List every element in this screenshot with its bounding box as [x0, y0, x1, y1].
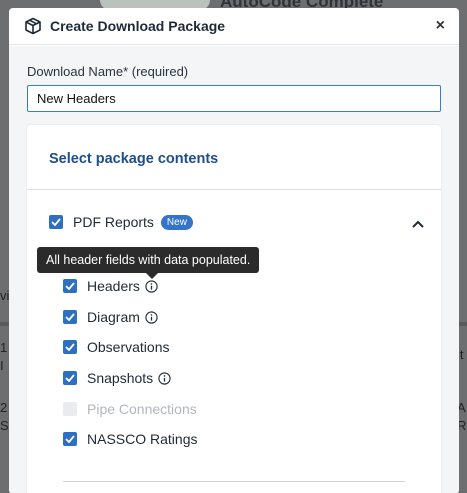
download-name-label: Download Name* (required)	[27, 64, 189, 79]
new-badge: New	[160, 214, 193, 230]
download-name-input[interactable]	[27, 85, 441, 112]
info-icon[interactable]	[145, 310, 158, 324]
observations-label: Observations	[87, 339, 170, 355]
modal-title: Create Download Package	[50, 18, 226, 34]
info-icon[interactable]	[158, 371, 171, 385]
option-observations: Observations	[63, 339, 169, 355]
option-headers: Headers	[63, 278, 158, 294]
section-divider	[27, 189, 441, 190]
option-snapshots: Snapshots	[63, 370, 171, 386]
nassco-ratings-checkbox[interactable]	[63, 432, 77, 446]
diagram-label: Diagram	[87, 309, 140, 325]
close-button[interactable]: ×	[436, 18, 445, 34]
check-icon	[65, 343, 75, 351]
pdf-reports-checkbox[interactable]	[49, 215, 63, 229]
option-diagram: Diagram	[63, 309, 158, 325]
pdf-reports-row: PDF Reports New	[49, 214, 193, 230]
observations-checkbox[interactable]	[63, 340, 77, 354]
nassco-ratings-label: NASSCO Ratings	[87, 431, 198, 447]
check-icon	[65, 282, 75, 290]
headers-checkbox[interactable]	[63, 279, 77, 293]
package-icon	[24, 17, 42, 35]
headers-label: Headers	[87, 278, 140, 294]
info-icon[interactable]	[145, 279, 158, 293]
tooltip-arrow	[146, 273, 158, 279]
check-icon	[65, 374, 75, 382]
package-contents-card: Select package contents PDF Reports New …	[27, 125, 441, 493]
pipe-connections-label: Pipe Connections	[87, 401, 197, 417]
snapshots-label: Snapshots	[87, 370, 154, 386]
options-divider	[63, 481, 405, 482]
snapshots-checkbox[interactable]	[63, 371, 77, 385]
option-pipe-connections: Pipe Connections	[63, 401, 197, 417]
section-heading: Select package contents	[49, 151, 219, 167]
chevron-up-icon[interactable]	[411, 216, 425, 228]
pdf-reports-label: PDF Reports	[73, 214, 154, 230]
diagram-checkbox[interactable]	[63, 310, 77, 324]
modal-header: Create Download Package ×	[9, 8, 459, 45]
check-icon	[51, 218, 61, 226]
check-icon	[65, 435, 75, 443]
option-nassco-ratings: NASSCO Ratings	[63, 431, 197, 447]
check-icon	[65, 313, 75, 321]
headers-tooltip: All header fields with data populated.	[37, 247, 260, 273]
pipe-connections-checkbox	[63, 402, 77, 416]
